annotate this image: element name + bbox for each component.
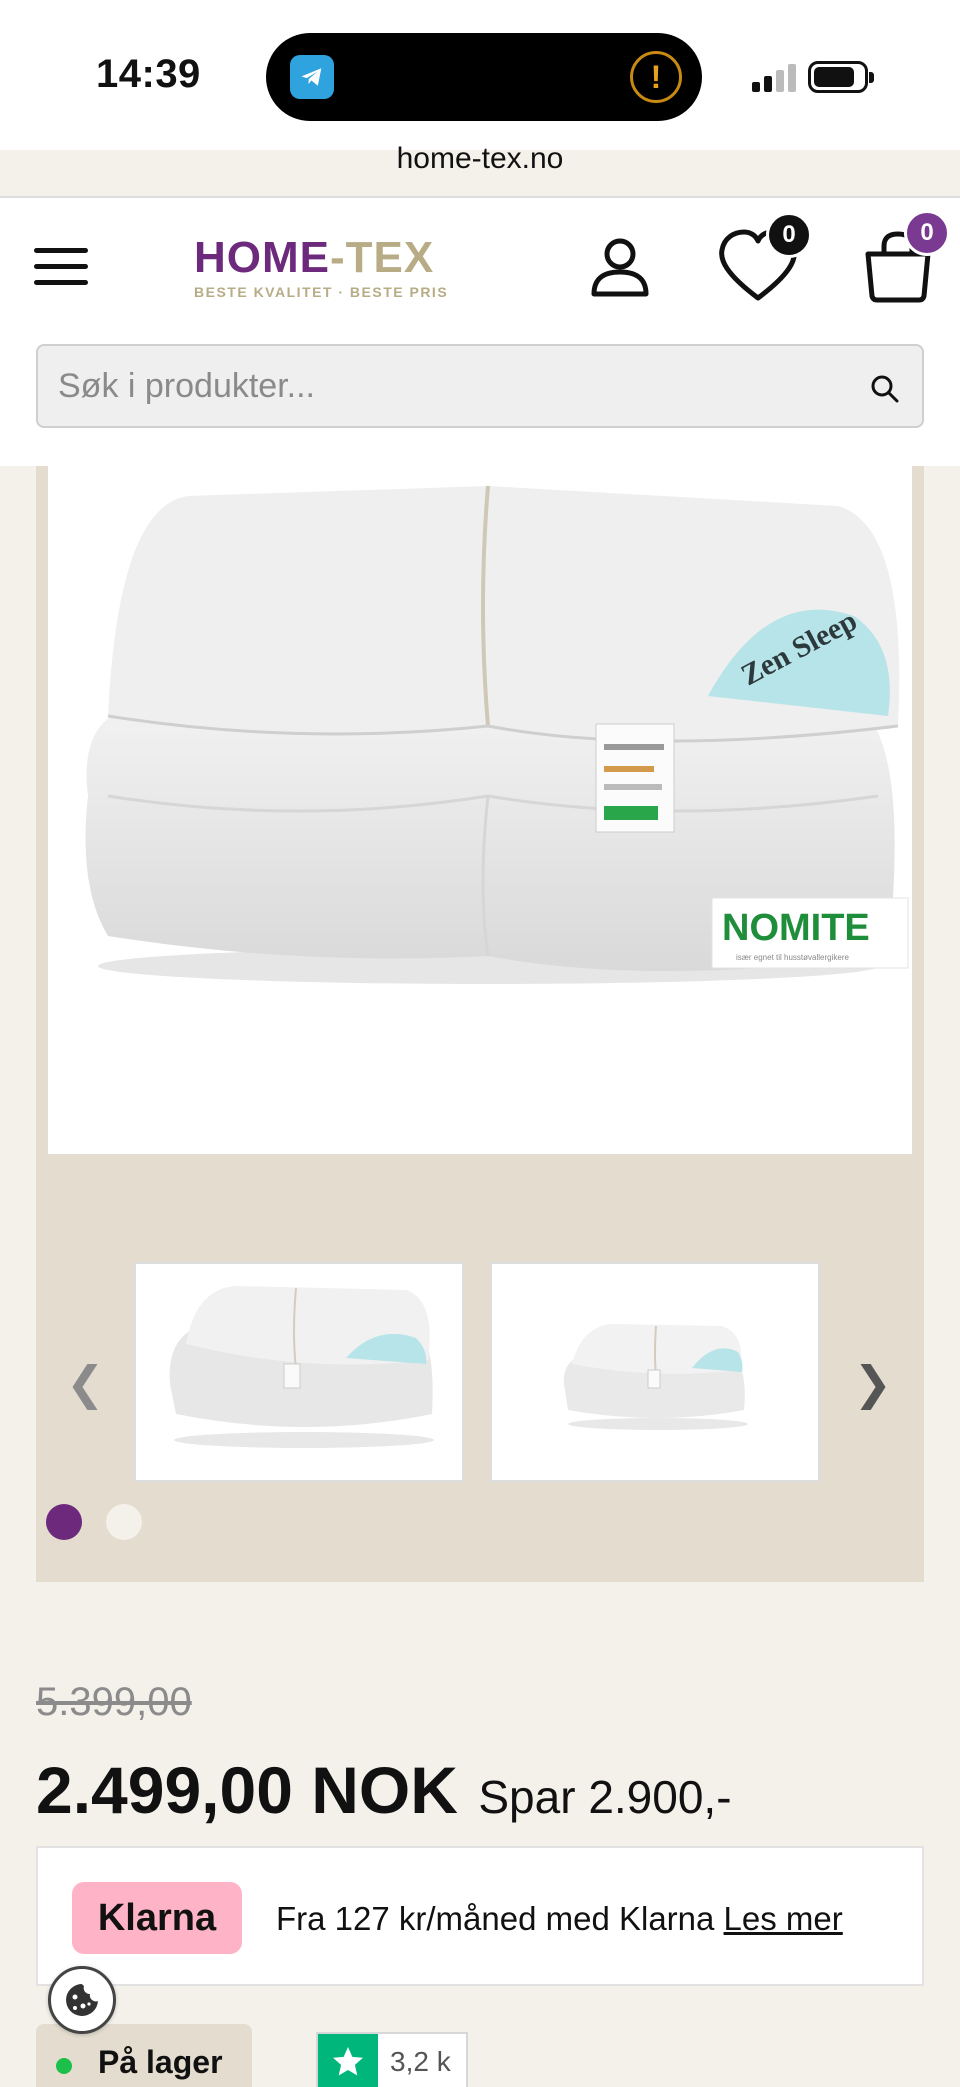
thumbnail-2[interactable] [490, 1262, 820, 1482]
telegram-icon[interactable] [290, 55, 334, 99]
logo-home: HOME [194, 233, 330, 282]
logo-tex: -TEX [330, 233, 435, 282]
trustpilot-widget[interactable]: 3,2 k [316, 2032, 468, 2087]
logo-tagline: BESTE KVALITET · BESTE PRIS [194, 284, 449, 300]
product-gallery: Zen Sleep NOMITE især egnet til husstøva… [36, 466, 924, 1582]
stock-status: På lager [36, 2024, 252, 2087]
wishlist-count-badge: 0 [766, 212, 812, 258]
carousel-dot[interactable] [106, 1504, 142, 1540]
alert-icon[interactable]: ! [630, 51, 682, 103]
hamburger-menu-icon[interactable] [34, 244, 88, 288]
savings-label: Spar 2.900,- [478, 1771, 732, 1823]
klarna-text: Fra 127 kr/måned med Klarna [276, 1900, 724, 1937]
cart-count-badge: 0 [904, 210, 950, 256]
battery-icon [808, 61, 874, 93]
product-main-image[interactable]: Zen Sleep NOMITE især egnet til husstøva… [48, 466, 912, 1154]
klarna-financing-box: Klarna Fra 127 kr/måned med Klarna Les m… [36, 1846, 924, 1986]
site-header: HOME-TEX BESTE KVALITET · BESTE PRIS 0 0 [0, 198, 960, 466]
status-bar: 14:39 ! home-tex.no [0, 0, 960, 198]
thumbnail-next-arrow-icon[interactable]: ❯ [853, 1356, 892, 1410]
klarna-read-more-link[interactable]: Les mer [724, 1900, 843, 1937]
original-price: 5.399,00 [36, 1680, 192, 1724]
dynamic-island: ! [266, 33, 702, 121]
stock-label: På lager [98, 2044, 223, 2080]
search-bar [36, 344, 924, 428]
klarna-logo: Klarna [72, 1882, 242, 1954]
site-logo[interactable]: HOME-TEX BESTE KVALITET · BESTE PRIS [194, 234, 454, 301]
url-bar[interactable]: home-tex.no [0, 142, 960, 176]
trustpilot-star-icon [318, 2034, 378, 2087]
thumbnail-prev-arrow-icon[interactable]: ❮ [66, 1356, 105, 1410]
carousel-dot-active[interactable] [46, 1504, 82, 1540]
price-row: 2.499,00 NOK Spar 2.900,- [36, 1752, 732, 1828]
current-price: 2.499,00 NOK [36, 1753, 458, 1827]
signal-icon [752, 64, 798, 92]
search-input[interactable] [58, 364, 838, 408]
search-icon[interactable] [870, 374, 900, 404]
clock: 14:39 [96, 52, 201, 96]
klarna-message: Fra 127 kr/måned med Klarna Les mer [276, 1900, 843, 1938]
logo-wordmark: HOME-TEX [194, 234, 454, 282]
cert-brand-logo: NOMITE [722, 907, 870, 949]
account-icon[interactable] [588, 234, 652, 298]
cookie-settings-button[interactable] [48, 1966, 116, 2034]
in-stock-dot-icon [56, 2058, 72, 2074]
cert-subtitle: især egnet til husstøvallergikere [736, 953, 849, 962]
trustpilot-review-count: 3,2 k [390, 2046, 451, 2077]
thumbnail-1[interactable] [134, 1262, 464, 1482]
cookie-icon [66, 1984, 98, 2016]
